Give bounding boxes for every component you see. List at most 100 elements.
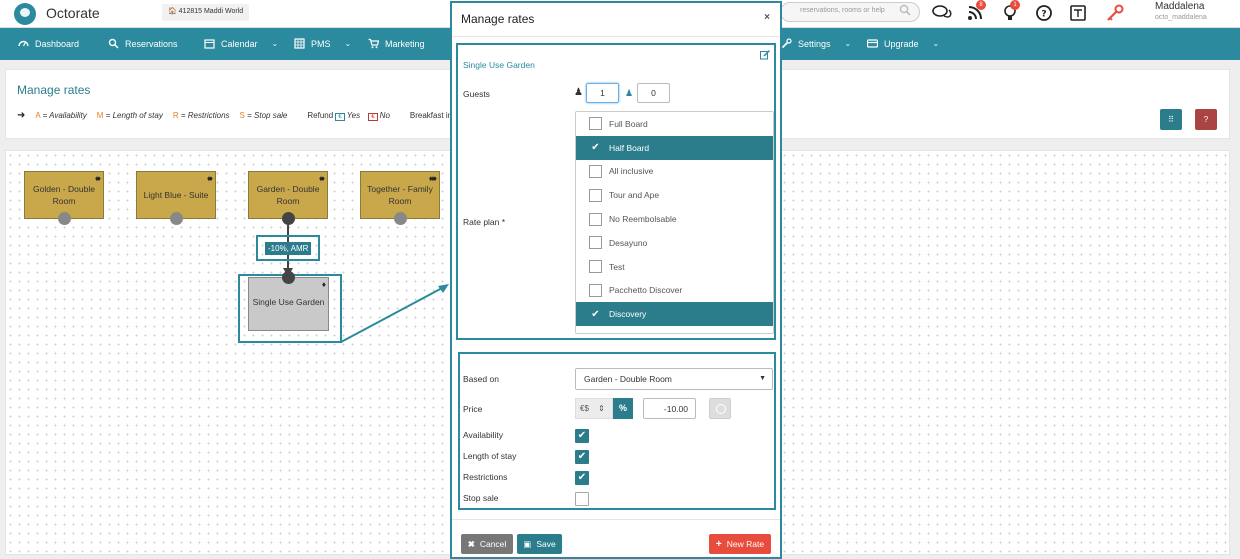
user-name[interactable]: Maddalena (1155, 1, 1204, 12)
checkbox[interactable] (589, 260, 602, 274)
nav-settings-label: Settings (798, 38, 831, 49)
restrictions-checkbox[interactable]: ✔ (575, 471, 589, 485)
rate-plan-option[interactable]: Test (576, 255, 773, 279)
adult-icon: ♟ (574, 87, 583, 98)
rate-plan-option[interactable]: All inclusive (576, 160, 773, 184)
chevron-down-icon: ⌄ (344, 39, 352, 48)
price-label: Price (463, 404, 483, 414)
rate-plan-option[interactable]: Full Board (576, 112, 773, 136)
refund-yes-icon: € (335, 112, 345, 121)
nav-pms[interactable]: PMS ⌄ (294, 38, 351, 49)
based-on-select[interactable]: Garden - Double Room ▼ (575, 368, 773, 390)
rate-plan-multiselect[interactable]: Full Board ✔ Half Board All inclusive Tour a… (575, 111, 774, 334)
lightbulb-icon[interactable]: 1 (1000, 0, 1020, 22)
rate-plan-option[interactable]: ✔ Discovery (576, 302, 773, 327)
modal-header: Manage rates × (452, 3, 780, 37)
bulb-badge: 1 (1010, 0, 1020, 10)
rate-plan-option-label: Test (609, 261, 625, 272)
rate-plan-option-label: Half Board (609, 142, 650, 153)
checkbox[interactable] (589, 164, 602, 178)
close-icon[interactable]: × (764, 12, 770, 23)
octopus-logo-icon[interactable] (14, 3, 36, 25)
nav-calendar[interactable]: Calendar ⌄ (204, 38, 278, 49)
legend-refund: Refund € Yes € No (307, 110, 390, 121)
translate-icon[interactable] (1068, 4, 1088, 22)
legend-los: M = Length of stay (96, 111, 163, 120)
nav-upgrade-label: Upgrade (884, 38, 919, 49)
nav-calendar-label: Calendar (221, 38, 258, 49)
rate-plan-section: Single Use Garden Guests ♟ 1 ♟ 0 Rate pl… (456, 43, 776, 340)
los-checkbox[interactable]: ✔ (575, 450, 589, 464)
reservations-icon (108, 38, 119, 49)
help-circle-icon[interactable]: ? (1034, 4, 1054, 22)
checkbox[interactable] (589, 236, 602, 250)
money-icon: €$ (580, 404, 589, 413)
caret-down-icon: ▼ (759, 375, 766, 382)
user-username: octo_maddalena (1155, 14, 1207, 21)
key-icon[interactable] (1105, 4, 1125, 22)
rate-plan-option-label: Desayuno (609, 237, 648, 248)
rate-plan-option[interactable]: ✔ Half Board (576, 135, 773, 160)
percent-button[interactable]: % (613, 398, 633, 419)
updown-icon: ⇕ (598, 404, 605, 413)
rate-plan-option[interactable]: Pacchetto Discover (576, 279, 773, 303)
availability-checkbox[interactable]: ✔ (575, 429, 589, 443)
rss-feed-icon[interactable]: 8 (966, 0, 986, 22)
search-placeholder: reservations, rooms or help (800, 7, 885, 14)
hotel-selector[interactable]: 🏠 412815 Maddi World (162, 4, 250, 21)
modal-title: Manage rates (461, 12, 535, 26)
legend-restrictions: R = Restrictions (172, 111, 230, 120)
svg-text:?: ? (1041, 10, 1046, 20)
connection-lines (238, 225, 449, 343)
help-button[interactable]: ? (1195, 109, 1217, 130)
connector-dot[interactable] (282, 271, 295, 284)
save-button[interactable]: ▣ Save (517, 534, 562, 554)
checkbox[interactable] (589, 283, 602, 297)
stop-sale-checkbox[interactable] (575, 492, 589, 506)
room-node-single-use-garden[interactable]: ♦ Single Use Garden (248, 271, 329, 331)
checkbox[interactable] (589, 117, 602, 131)
cancel-button[interactable]: ✖ Cancel (461, 534, 513, 554)
edit-icon[interactable] (760, 50, 770, 60)
legend: ➜ A = Availability M = Length of stay R … (17, 110, 456, 121)
nav-upgrade[interactable]: Upgrade ⌄ (867, 38, 939, 49)
rate-plan-option-label: Discovery (609, 309, 647, 320)
brand-name[interactable]: Octorate (46, 5, 100, 21)
rate-plan-option[interactable]: Tour and Ape (576, 183, 773, 207)
nav-marketing-label: Marketing (385, 38, 425, 49)
rate-plan-option-label: All inclusive (609, 166, 654, 177)
check-icon[interactable]: ✔ (589, 308, 602, 321)
checkbox[interactable] (589, 212, 602, 226)
rate-plan-option-label: Pacchetto Discover (609, 285, 683, 296)
arrow-right-icon: ➜ (17, 110, 26, 121)
nav-marketing[interactable]: Marketing (368, 38, 425, 49)
grid-view-button[interactable]: ⠿ (1160, 109, 1182, 130)
chat-icon[interactable] (932, 4, 952, 22)
new-rate-button[interactable]: + New Rate (709, 534, 771, 554)
currency-toggle[interactable]: €$ ⇕ (575, 398, 613, 419)
checkbox[interactable] (589, 188, 602, 202)
nav-dashboard-label: Dashboard (35, 38, 80, 49)
manage-rates-modal: Manage rates × Single Use Garden Guests … (450, 1, 782, 559)
guests-label: Guests (463, 89, 490, 99)
los-label: Length of stay (463, 451, 517, 461)
nav-dashboard[interactable]: Dashboard (18, 38, 79, 49)
stop-sale-label: Stop sale (463, 493, 499, 503)
card-icon (867, 39, 878, 48)
rate-plan-label: Rate plan * (463, 217, 506, 227)
check-icon[interactable]: ✔ (589, 141, 602, 154)
room-name: Single Use Garden (463, 60, 535, 70)
price-input[interactable]: -10.00 (643, 398, 696, 419)
nav-reservations[interactable]: Reservations (108, 38, 178, 49)
search-icon[interactable] (899, 4, 911, 16)
rate-plan-option[interactable]: No Reembolsable (576, 207, 773, 231)
adults-input[interactable]: 1 (586, 83, 619, 103)
edge-label[interactable]: -10%, AMR (265, 242, 312, 255)
children-input[interactable]: 0 (637, 83, 670, 103)
based-on-label: Based on (463, 374, 499, 384)
rate-plan-option[interactable]: Desayuno (576, 231, 773, 255)
feed-badge: 8 (976, 0, 986, 10)
nav-settings[interactable]: Settings ⌄ (781, 38, 851, 49)
reset-icon[interactable] (709, 398, 731, 419)
rate-plan-option-label: Full Board (609, 118, 648, 129)
